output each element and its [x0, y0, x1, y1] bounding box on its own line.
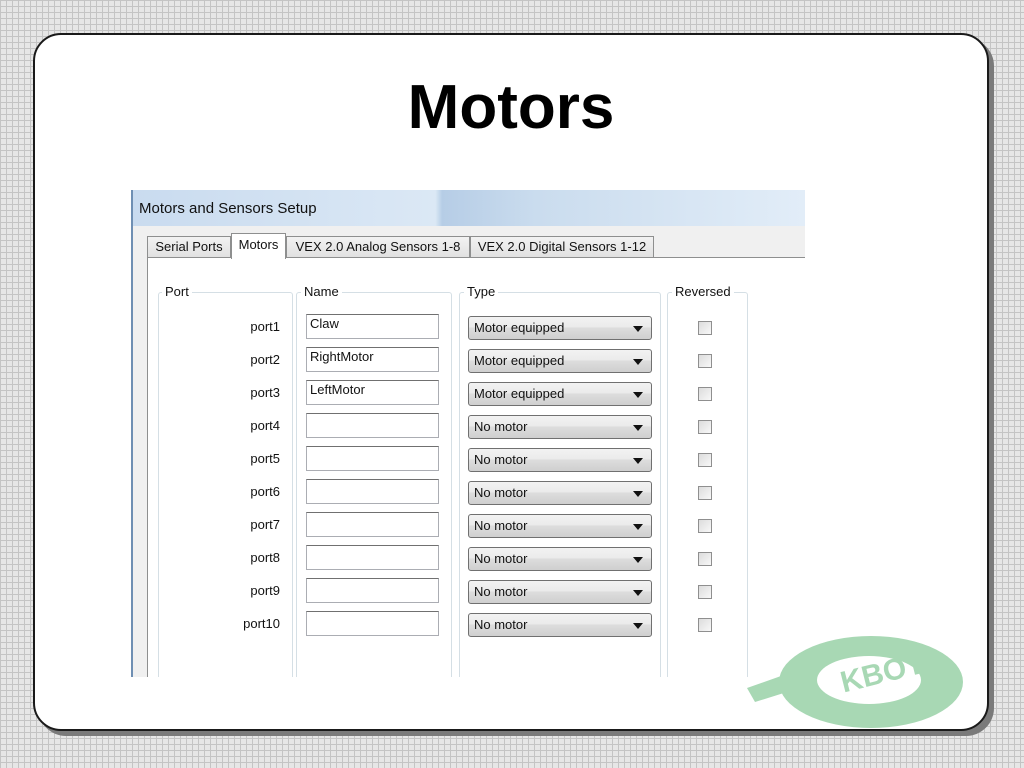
name-input-port1[interactable]	[306, 314, 439, 339]
type-select-value: No motor	[474, 419, 528, 434]
reversed-checkbox-port7[interactable]	[698, 519, 712, 533]
chevron-down-icon	[633, 524, 643, 530]
type-select-port7[interactable]: No motor	[468, 514, 652, 538]
tab-motors[interactable]: Motors	[231, 233, 286, 259]
name-input-port4[interactable]	[306, 413, 439, 438]
port-label-6: port6	[250, 484, 280, 499]
name-input-port8[interactable]	[306, 545, 439, 570]
type-select-port8[interactable]: No motor	[468, 547, 652, 571]
kbot-logo-icon: KBOT	[747, 636, 963, 728]
name-input-port5[interactable]	[306, 446, 439, 471]
type-select-port10[interactable]: No motor	[468, 613, 652, 637]
type-select-value: No motor	[474, 485, 528, 500]
type-select-port9[interactable]: No motor	[468, 580, 652, 604]
slide: Motors Motors and Sensors Setup Serial P…	[33, 33, 989, 731]
chevron-down-icon	[633, 557, 643, 563]
motors-sensors-dialog: Motors and Sensors Setup Serial Ports Mo…	[131, 190, 805, 677]
port-label-7: port7	[250, 517, 280, 532]
reversed-checkbox-port8[interactable]	[698, 552, 712, 566]
reversed-checkbox-port4[interactable]	[698, 420, 712, 434]
reversed-column-label: Reversed	[672, 284, 734, 299]
logo-k-shape	[747, 676, 787, 702]
reversed-checkbox-port3[interactable]	[698, 387, 712, 401]
port-label-2: port2	[250, 352, 280, 367]
dialog-titlebar[interactable]: Motors and Sensors Setup	[133, 190, 805, 226]
tab-digital-sensors[interactable]: VEX 2.0 Digital Sensors 1-12	[470, 236, 654, 257]
type-select-value: Motor equipped	[474, 320, 565, 335]
chevron-down-icon	[633, 425, 643, 431]
chevron-down-icon	[633, 326, 643, 332]
chevron-down-icon	[633, 392, 643, 398]
port-label-10: port10	[243, 616, 280, 631]
port-label-3: port3	[250, 385, 280, 400]
type-select-value: Motor equipped	[474, 353, 565, 368]
type-select-port1[interactable]: Motor equipped	[468, 316, 652, 340]
chevron-down-icon	[633, 359, 643, 365]
type-select-port5[interactable]: No motor	[468, 448, 652, 472]
name-input-port6[interactable]	[306, 479, 439, 504]
reversed-checkbox-port10[interactable]	[698, 618, 712, 632]
motors-tab-panel: Port Name Type Reversed port1 Motor equip…	[147, 257, 805, 677]
type-select-port2[interactable]: Motor equipped	[468, 349, 652, 373]
type-select-value: No motor	[474, 551, 528, 566]
port-label-9: port9	[250, 583, 280, 598]
name-input-port3[interactable]	[306, 380, 439, 405]
chevron-down-icon	[633, 491, 643, 497]
type-select-value: No motor	[474, 518, 528, 533]
port-label-4: port4	[250, 418, 280, 433]
slide-title: Motors	[407, 73, 615, 142]
reversed-checkbox-port5[interactable]	[698, 453, 712, 467]
name-input-port2[interactable]	[306, 347, 439, 372]
name-input-port7[interactable]	[306, 512, 439, 537]
name-input-port10[interactable]	[306, 611, 439, 636]
chevron-down-icon	[633, 458, 643, 464]
chevron-down-icon	[633, 623, 643, 629]
type-select-value: No motor	[474, 617, 528, 632]
chevron-down-icon	[633, 590, 643, 596]
type-select-value: Motor equipped	[474, 386, 565, 401]
reversed-checkbox-port6[interactable]	[698, 486, 712, 500]
type-select-value: No motor	[474, 452, 528, 467]
port-label-1: port1	[250, 319, 280, 334]
type-select-port6[interactable]: No motor	[468, 481, 652, 505]
tab-serial-ports[interactable]: Serial Ports	[147, 236, 231, 257]
type-column-label: Type	[464, 284, 499, 299]
reversed-checkbox-port1[interactable]	[698, 321, 712, 335]
type-select-value: No motor	[474, 584, 528, 599]
name-input-port9[interactable]	[306, 578, 439, 603]
tab-strip: Serial Ports Motors VEX 2.0 Analog Senso…	[133, 226, 805, 259]
port-column-label: Port	[162, 284, 192, 299]
port-label-8: port8	[250, 550, 280, 565]
dialog-title: Motors and Sensors Setup	[139, 200, 317, 217]
type-select-port3[interactable]: Motor equipped	[468, 382, 652, 406]
reversed-checkbox-port9[interactable]	[698, 585, 712, 599]
name-column-label: Name	[301, 284, 342, 299]
reversed-checkbox-port2[interactable]	[698, 354, 712, 368]
port-label-5: port5	[250, 451, 280, 466]
tab-analog-sensors[interactable]: VEX 2.0 Analog Sensors 1-8	[286, 236, 470, 257]
type-select-port4[interactable]: No motor	[468, 415, 652, 439]
